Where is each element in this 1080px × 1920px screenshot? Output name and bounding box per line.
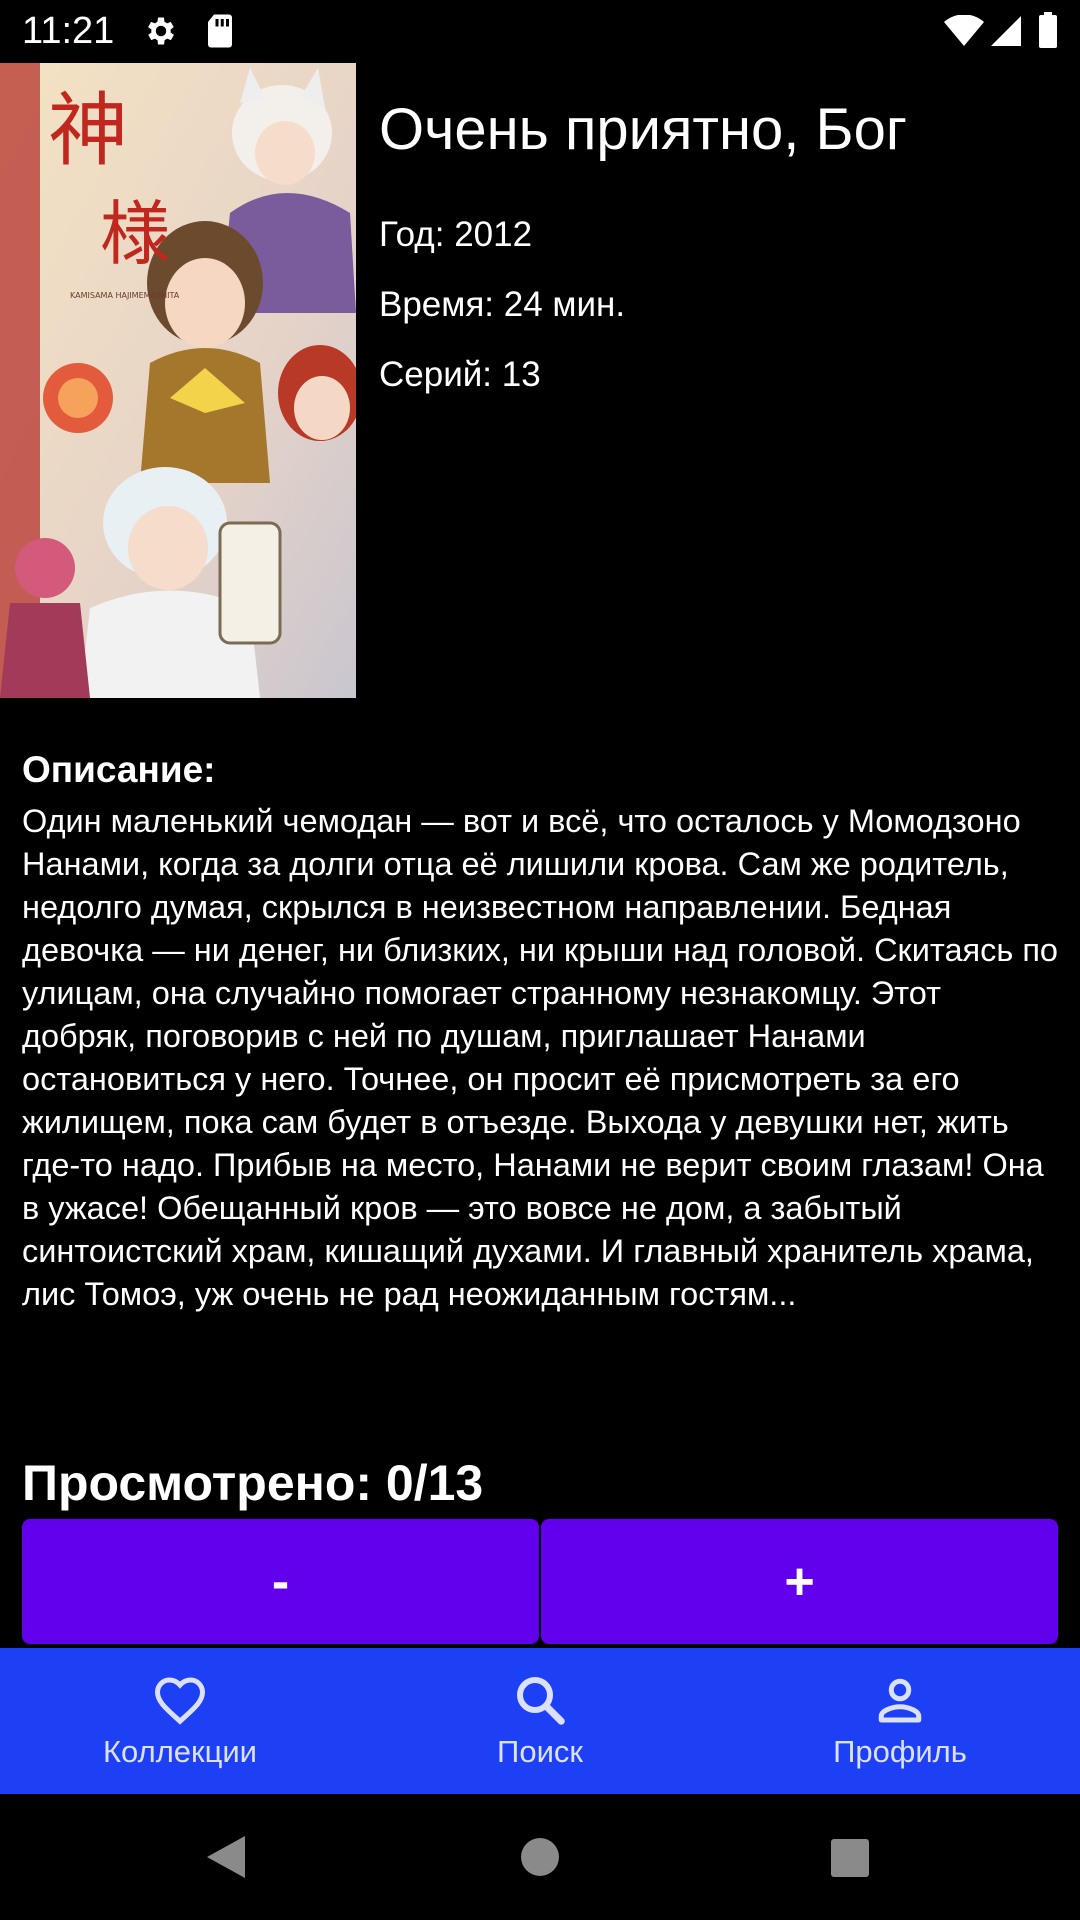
duration-value: 24 мин. <box>503 285 626 324</box>
episodes-value: 13 <box>501 355 541 394</box>
anime-duration: Время: 24 мин. <box>379 285 625 325</box>
poster-subtitle: KAMISAMA HAJIMEMASHITA <box>70 291 180 300</box>
watched-value: 0/13 <box>385 1455 484 1511</box>
screen: 11:21 神 様 KAMISAMA HAJIMEMASHITA Очень п… <box>0 0 1080 1920</box>
sd-card-icon <box>208 14 232 48</box>
increment-episode-button[interactable]: + <box>541 1519 1058 1644</box>
search-icon <box>517 1677 565 1725</box>
recents-icon[interactable] <box>831 1839 869 1877</box>
system-navigation-bar <box>0 1794 1080 1920</box>
home-icon[interactable] <box>520 1837 560 1877</box>
description-text: Один маленький чемодан — вот и всё, что … <box>22 803 1059 1312</box>
nav-label-collections: Коллекции <box>103 1734 257 1769</box>
watched-progress: Просмотрено: 0/13 <box>22 1454 483 1512</box>
nav-label-search: Поиск <box>497 1734 583 1769</box>
status-time: 11:21 <box>22 10 115 52</box>
nav-item-collections[interactable]: Коллекции <box>0 1648 360 1794</box>
watched-label: Просмотрено: <box>22 1455 386 1511</box>
bottom-navigation: Коллекции Поиск Профиль <box>0 1648 1080 1794</box>
poster-title-kanji-1: 神 <box>48 84 128 177</box>
year-value: 2012 <box>454 215 533 254</box>
anime-poster: 神 様 KAMISAMA HAJIMEMASHITA <box>0 63 356 698</box>
episodes-label: Серий: <box>379 355 502 394</box>
nav-item-profile[interactable]: Профиль <box>720 1648 1080 1794</box>
wifi-icon <box>944 15 984 46</box>
gear-icon <box>148 17 174 45</box>
decrement-episode-button[interactable]: - <box>22 1519 539 1644</box>
anime-episodes: Серий: 13 <box>379 355 541 395</box>
poster-title-kanji-2: 様 <box>100 193 170 275</box>
year-label: Год: <box>379 215 455 254</box>
anime-year: Год: 2012 <box>379 215 532 255</box>
heart-icon <box>154 1677 206 1725</box>
nav-item-search[interactable]: Поиск <box>360 1648 720 1794</box>
person-icon <box>878 1678 922 1723</box>
status-bar: 11:21 <box>0 0 1080 63</box>
anime-title: Очень приятно, Бог <box>379 97 907 162</box>
back-icon[interactable] <box>205 1834 247 1880</box>
battery-icon <box>1039 12 1057 48</box>
duration-label: Время: <box>379 285 504 324</box>
description-label: Описание: <box>22 749 216 790</box>
signal-icon <box>991 16 1021 46</box>
nav-label-profile: Профиль <box>833 1734 967 1769</box>
